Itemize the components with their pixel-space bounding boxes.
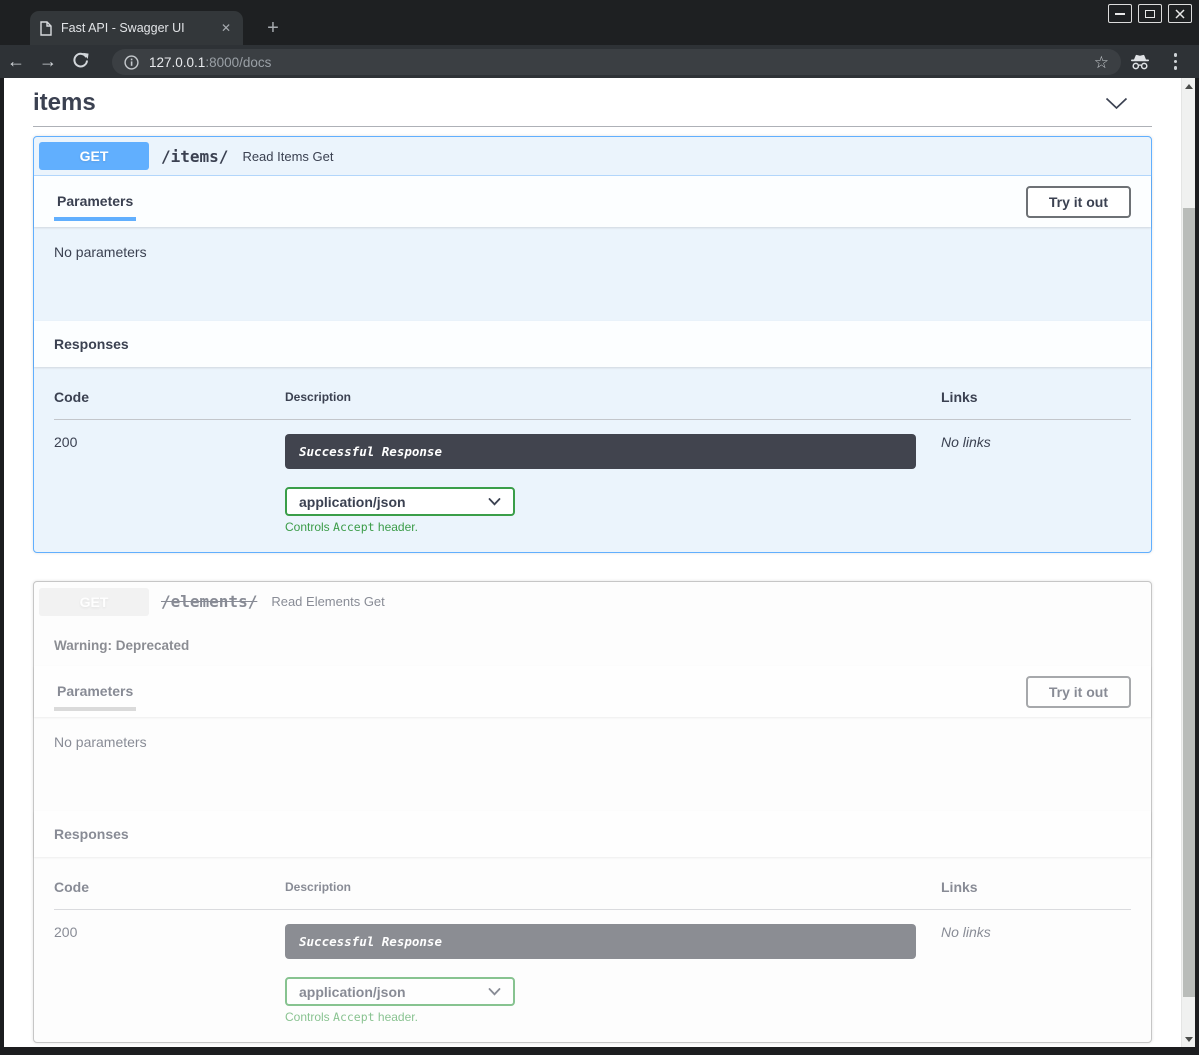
scrollbar-thumb[interactable] [1183,208,1195,997]
bookmark-star-icon[interactable]: ☆ [1094,54,1109,71]
col-header-links: Links [941,389,1131,420]
endpoint-path[interactable]: /elements/ [161,592,257,611]
responses-title: Responses [54,826,129,842]
opblock-summary[interactable]: GET /elements/ Read Elements Get [34,582,1151,621]
parameters-body: No parameters [34,227,1151,321]
document-icon [40,21,52,36]
url-bar[interactable]: 127.0.0.1:8000/docs ☆ [112,49,1121,75]
col-header-links: Links [941,879,1131,910]
browser-toolbar: ← → 127.0.0.1:8000/docs ☆ [0,45,1199,78]
chevron-down-icon[interactable] [1105,97,1128,110]
scrollbar-up-arrow-icon[interactable] [1182,78,1195,94]
responses-body: Code Description Links 200 Successful Re… [34,367,1151,552]
no-parameters-text: No parameters [54,734,147,750]
active-tab-underline [54,217,136,221]
response-description: Successful Response [285,434,916,469]
status-code: 200 [54,434,77,450]
links-value: No links [941,434,991,450]
tab-title: Fast API - Swagger UI [61,21,219,35]
tab-parameters[interactable]: Parameters [54,683,136,701]
col-header-description: Description [285,879,941,910]
minimize-icon[interactable] [1108,4,1132,23]
info-icon[interactable] [124,55,139,70]
col-header-code: Code [54,389,285,420]
scrollbar-down-arrow-icon[interactable] [1182,1031,1195,1047]
accept-header-note: Controls Accept header. [285,1010,941,1024]
responses-header: Responses [34,811,1151,857]
method-badge: GET [39,142,149,170]
col-header-code: Code [54,879,285,910]
opblock-get-elements-deprecated: GET /elements/ Read Elements Get Warning… [33,581,1152,1043]
tab-close-icon[interactable]: ✕ [219,21,233,35]
url-text[interactable]: 127.0.0.1:8000/docs [149,55,271,70]
active-tab-underline [54,707,136,711]
response-row: 200 Successful Response application/json… [54,420,1131,535]
deprecated-warning: Warning: Deprecated [34,621,1151,666]
swagger-content: items GET /items/ Read Items Get Paramet… [33,78,1152,1043]
tab-parameters[interactable]: Parameters [54,193,136,211]
select-chevron-icon [488,498,501,506]
endpoint-summary: Read Elements Get [271,594,384,609]
try-it-out-button[interactable]: Try it out [1026,676,1131,708]
accept-header-note: Controls Accept header. [285,520,941,534]
section-divider [33,126,1152,127]
forward-icon[interactable]: → [32,45,64,78]
browser-tab[interactable]: Fast API - Swagger UI ✕ [30,11,243,45]
responses-title: Responses [54,336,129,352]
opblock-get-items: GET /items/ Read Items Get Parameters Tr… [33,136,1152,553]
responses-body: Code Description Links 200 Successful Re… [34,857,1151,1042]
window-controls [1108,4,1192,23]
maximize-icon[interactable] [1138,4,1162,23]
swagger-page: items GET /items/ Read Items Get Paramet… [4,78,1195,1047]
back-icon[interactable]: ← [0,45,32,78]
try-it-out-button[interactable]: Try it out [1026,186,1131,218]
response-description: Successful Response [285,924,916,959]
close-icon[interactable] [1168,4,1192,23]
media-type-select[interactable]: application/json [285,487,515,516]
method-badge: GET [39,588,149,616]
kebab-menu-icon[interactable] [1174,53,1178,70]
responses-table: Code Description Links 200 Successful Re… [54,389,1131,534]
section-title: items [33,89,96,117]
parameters-body: No parameters [34,717,1151,811]
responses-table: Code Description Links 200 Successful Re… [54,879,1131,1024]
endpoint-summary: Read Items Get [242,149,333,164]
select-chevron-icon [488,988,501,996]
response-row: 200 Successful Response application/json… [54,910,1131,1025]
parameters-header: Parameters Try it out [34,176,1151,227]
page-scrollbar[interactable] [1181,78,1195,1047]
new-tab-button[interactable]: + [258,11,288,45]
no-parameters-text: No parameters [54,244,147,260]
tag-section-header[interactable]: items [33,78,1152,117]
col-header-description: Description [285,389,941,420]
parameters-header: Parameters Try it out [34,666,1151,717]
media-type-select[interactable]: application/json [285,977,515,1006]
url-host: 127.0.0.1 [149,55,205,70]
status-code: 200 [54,924,77,940]
browser-tabstrip: Fast API - Swagger UI ✕ + [0,0,1199,45]
url-path: :8000/docs [205,55,271,70]
reload-icon[interactable] [64,44,96,80]
links-value: No links [941,924,991,940]
opblock-summary[interactable]: GET /items/ Read Items Get [34,137,1151,176]
incognito-icon [1129,54,1151,75]
media-type-value: application/json [299,984,406,1000]
endpoint-path[interactable]: /items/ [161,147,228,166]
responses-header: Responses [34,321,1151,367]
media-type-value: application/json [299,494,406,510]
